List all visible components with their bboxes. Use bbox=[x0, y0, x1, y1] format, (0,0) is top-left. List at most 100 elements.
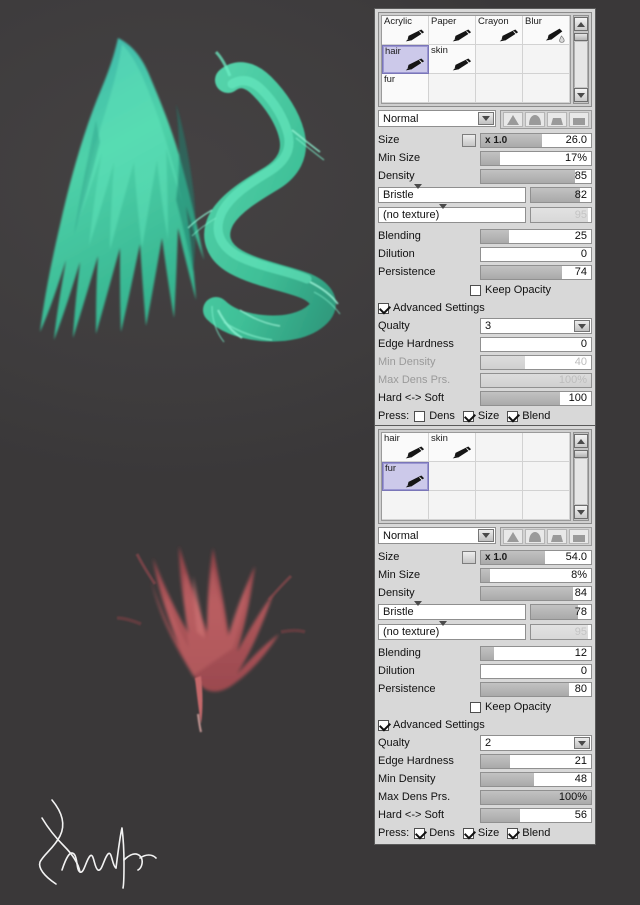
hard-soft-slider[interactable]: 100 bbox=[480, 390, 592, 406]
brush-cell-empty[interactable] bbox=[523, 462, 570, 491]
quality-select[interactable]: 2 bbox=[480, 735, 592, 751]
chevron-down-icon[interactable] bbox=[478, 529, 494, 542]
brush-cell-empty[interactable] bbox=[382, 491, 429, 520]
size-lock-button[interactable] bbox=[462, 550, 476, 564]
hard-soft-slider[interactable]: 56 bbox=[480, 807, 592, 823]
brush-grid[interactable]: hair skin fur bbox=[381, 432, 571, 521]
keep-opacity-checkbox[interactable] bbox=[470, 284, 481, 296]
chevron-down-icon[interactable] bbox=[439, 204, 448, 221]
advanced-settings-checkbox[interactable] bbox=[378, 719, 389, 731]
brush-shape-select[interactable]: Bristle bbox=[378, 601, 526, 620]
brush-cell-acrylic[interactable]: Acrylic bbox=[382, 16, 429, 45]
chevron-down-icon[interactable] bbox=[413, 184, 422, 201]
blending-slider[interactable]: 25 bbox=[480, 228, 592, 244]
pressure-dens-toggle[interactable]: Dens bbox=[414, 410, 455, 422]
texture-select[interactable]: (no texture) bbox=[378, 621, 526, 640]
texture-select[interactable]: (no texture) bbox=[378, 204, 526, 223]
keep-opacity-checkbox[interactable] bbox=[470, 701, 481, 713]
pressure-size-checkbox[interactable] bbox=[462, 827, 474, 839]
brush-cell-empty[interactable] bbox=[476, 45, 523, 74]
keep-opacity-row[interactable]: Keep Opacity bbox=[378, 282, 592, 298]
brush-cell-skin[interactable]: skin bbox=[429, 433, 476, 462]
density-slider[interactable]: 85 bbox=[480, 168, 592, 184]
flat-trapezoid-icon[interactable] bbox=[547, 529, 567, 544]
brush-shape-amount[interactable]: 82 bbox=[530, 187, 592, 203]
brush-grid[interactable]: Acrylic Paper Crayon Blur hair skin fur bbox=[381, 15, 571, 104]
brush-cell-hair[interactable]: hair bbox=[382, 45, 429, 74]
brush-shape-amount[interactable]: 78 bbox=[530, 604, 592, 620]
advanced-settings-row[interactable]: Advanced Settings bbox=[378, 717, 592, 733]
keep-opacity-row[interactable]: Keep Opacity bbox=[378, 699, 592, 715]
brush-cell-empty[interactable] bbox=[523, 74, 570, 103]
max-dens-prs-slider[interactable]: 100% bbox=[480, 372, 592, 388]
pressure-size-toggle[interactable]: Size bbox=[462, 827, 499, 839]
round-dome-icon[interactable] bbox=[525, 112, 545, 127]
persistence-slider[interactable]: 74 bbox=[480, 264, 592, 280]
brush-cell-empty[interactable] bbox=[429, 74, 476, 103]
advanced-settings-row[interactable]: Advanced Settings bbox=[378, 300, 592, 316]
pressure-blend-toggle[interactable]: Blend bbox=[507, 410, 550, 422]
brush-cell-empty[interactable] bbox=[476, 433, 523, 462]
brush-cell-fur[interactable]: fur bbox=[382, 74, 429, 103]
pressure-dens-checkbox[interactable] bbox=[414, 827, 426, 839]
blend-mode-select[interactable]: Normal bbox=[378, 527, 496, 544]
chevron-down-icon[interactable] bbox=[439, 621, 448, 638]
brush-cell-crayon[interactable]: Crayon bbox=[476, 16, 523, 45]
scrollbar-thumb[interactable] bbox=[574, 450, 588, 458]
max-dens-prs-slider[interactable]: 100% bbox=[480, 789, 592, 805]
brush-cell-empty[interactable] bbox=[476, 462, 523, 491]
blend-mode-select[interactable]: Normal bbox=[378, 110, 496, 127]
pressure-blend-toggle[interactable]: Blend bbox=[507, 827, 550, 839]
brush-cell-hair[interactable]: hair bbox=[382, 433, 429, 462]
sharp-triangle-icon[interactable] bbox=[503, 112, 523, 127]
min-density-slider[interactable]: 40 bbox=[480, 354, 592, 370]
pressure-dens-checkbox[interactable] bbox=[414, 410, 426, 422]
brush-cell-empty[interactable] bbox=[523, 45, 570, 74]
scroll-up-button[interactable] bbox=[574, 17, 588, 31]
dilution-slider[interactable]: 0 bbox=[480, 246, 592, 262]
brush-cell-paper[interactable]: Paper bbox=[429, 16, 476, 45]
pressure-blend-checkbox[interactable] bbox=[507, 827, 519, 839]
edge-hardness-slider[interactable]: 0 bbox=[480, 336, 592, 352]
flat-trapezoid-icon[interactable] bbox=[547, 112, 567, 127]
brush-cell-empty[interactable] bbox=[429, 462, 476, 491]
brush-cell-fur[interactable]: fur bbox=[382, 462, 429, 491]
dilution-slider[interactable]: 0 bbox=[480, 663, 592, 679]
scrollbar-track[interactable] bbox=[574, 42, 588, 87]
square-icon[interactable] bbox=[569, 112, 589, 127]
min-size-slider[interactable]: 17% bbox=[480, 150, 592, 166]
brush-cell-empty[interactable] bbox=[523, 491, 570, 520]
pressure-size-checkbox[interactable] bbox=[462, 410, 474, 422]
persistence-slider[interactable]: 80 bbox=[480, 681, 592, 697]
density-slider[interactable]: 84 bbox=[480, 585, 592, 601]
brush-cell-empty[interactable] bbox=[476, 74, 523, 103]
chevron-down-icon[interactable] bbox=[478, 112, 494, 125]
edge-hardness-slider[interactable]: 21 bbox=[480, 753, 592, 769]
chevron-down-icon[interactable] bbox=[574, 737, 590, 749]
scroll-down-button[interactable] bbox=[574, 88, 588, 102]
brush-cell-empty[interactable] bbox=[523, 433, 570, 462]
brush-cell-empty[interactable] bbox=[476, 491, 523, 520]
texture-amount[interactable]: 95 bbox=[530, 207, 592, 223]
size-slider[interactable]: x 1.0 26.0 bbox=[480, 132, 592, 148]
pressure-dens-toggle[interactable]: Dens bbox=[414, 827, 455, 839]
scroll-down-button[interactable] bbox=[574, 505, 588, 519]
brush-cell-empty[interactable] bbox=[429, 491, 476, 520]
chevron-down-icon[interactable] bbox=[413, 601, 422, 618]
advanced-settings-checkbox[interactable] bbox=[378, 302, 389, 314]
min-density-slider[interactable]: 48 bbox=[480, 771, 592, 787]
sharp-triangle-icon[interactable] bbox=[503, 529, 523, 544]
brush-grid-scrollbar[interactable] bbox=[573, 432, 589, 521]
size-slider[interactable]: x 1.0 54.0 bbox=[480, 549, 592, 565]
quality-select[interactable]: 3 bbox=[480, 318, 592, 334]
round-dome-icon[interactable] bbox=[525, 529, 545, 544]
square-icon[interactable] bbox=[569, 529, 589, 544]
brush-shape-select[interactable]: Bristle bbox=[378, 184, 526, 203]
scroll-up-button[interactable] bbox=[574, 434, 588, 448]
scrollbar-track[interactable] bbox=[574, 459, 588, 504]
blending-slider[interactable]: 12 bbox=[480, 645, 592, 661]
pressure-size-toggle[interactable]: Size bbox=[462, 410, 499, 422]
min-size-slider[interactable]: 8% bbox=[480, 567, 592, 583]
brush-cell-skin[interactable]: skin bbox=[429, 45, 476, 74]
scrollbar-thumb[interactable] bbox=[574, 33, 588, 41]
